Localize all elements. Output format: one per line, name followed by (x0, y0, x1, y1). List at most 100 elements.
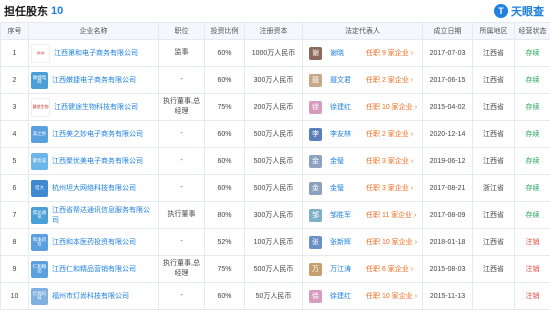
legal-rep-avatar[interactable]: 金 (309, 182, 322, 195)
panel-count: 10 (51, 5, 63, 17)
rep-positions-link[interactable]: 任职 2 家企业 (366, 75, 409, 85)
ratio-cell: 60% (205, 40, 245, 67)
company-name-link[interactable]: 江西聚优美电子商务有限公司 (52, 156, 143, 166)
company-cell: 灯尚科技福州市灯尚科技有限公司 (29, 283, 159, 310)
legal-rep-cell: 聂聂文君任职 2 家企业› (303, 67, 423, 94)
company-name-link[interactable]: 江西和本医药投资有限公司 (52, 237, 136, 247)
rep-positions-link[interactable]: 任职 9 家企业 (366, 48, 409, 58)
ratio-cell: 60% (205, 121, 245, 148)
company-name-link[interactable]: 杭州坦大网络科技有限公司 (52, 183, 136, 193)
rep-positions-link[interactable]: 任职 3 家企业 (366, 156, 409, 166)
company-name-link[interactable]: 江西美之妙电子商务有限公司 (52, 129, 143, 139)
company-logo-icon: @@ (31, 44, 50, 63)
legal-rep-name-link[interactable]: 李友林 (330, 129, 362, 139)
chevron-right-icon: › (415, 239, 417, 246)
legal-rep-avatar[interactable]: 邹 (309, 209, 322, 222)
status-badge: 注销 (515, 256, 550, 283)
ratio-cell: 80% (205, 202, 245, 229)
company-logo-icon: 嫩捷电商 (31, 72, 48, 89)
founded-date-cell: 2017-07-03 (423, 40, 473, 67)
company-name-link[interactable]: 福州市灯尚科技有限公司 (52, 291, 129, 301)
legal-rep-avatar[interactable]: 聂 (309, 74, 322, 87)
chevron-right-icon: › (415, 104, 417, 111)
legal-rep-name-link[interactable]: 张新辉 (330, 237, 362, 247)
legal-rep-name-link[interactable]: 金璧 (330, 183, 362, 193)
ratio-cell: 60% (205, 283, 245, 310)
position-text: - (161, 156, 202, 166)
legal-rep-avatar[interactable]: 徐 (309, 101, 322, 114)
col-header-legal-rep: 法定代表人 (303, 23, 423, 40)
founded-date-cell: 2018-01-18 (423, 229, 473, 256)
capital-cell: 500万人民币 (245, 121, 303, 148)
position-text-line2: 经理 (161, 107, 202, 117)
legal-rep-avatar[interactable]: 金 (309, 155, 322, 168)
position-cell: 监事 (159, 40, 205, 67)
table-row: 1@@江西第和电子商务有限公司监事60%1000万人民币谢谢晓任职 9 家企业›… (1, 40, 550, 67)
tianyancha-logo-icon: T (494, 4, 508, 18)
legal-rep-name-link[interactable]: 徐建红 (330, 291, 362, 301)
position-cell: 执行董事,总经理 (159, 256, 205, 283)
chevron-right-icon: › (414, 212, 416, 219)
company-cell: 嫩捷电商江西嫩捷电子商务有限公司 (29, 67, 159, 94)
capital-cell: 500万人民币 (245, 175, 303, 202)
position-text: 监事 (161, 48, 202, 58)
company-cell: 健途生物江西健途生物科技有限公司 (29, 94, 159, 121)
position-cell: - (159, 229, 205, 256)
chevron-right-icon: › (411, 158, 413, 165)
capital-cell: 300万人民币 (245, 202, 303, 229)
status-badge: 存续 (515, 121, 550, 148)
row-number: 9 (1, 256, 29, 283)
rep-positions-link[interactable]: 任职 10 家企业 (366, 102, 413, 112)
legal-rep-avatar[interactable]: 张 (309, 236, 322, 249)
legal-rep-avatar[interactable]: 李 (309, 128, 322, 141)
company-cell: 仁和精品江西仁和精品营销有限公司 (29, 256, 159, 283)
legal-rep-name-link[interactable]: 邹胜军 (330, 210, 362, 220)
company-logo-icon: 坦大 (31, 180, 48, 197)
company-name-link[interactable]: 江西仁和精品营销有限公司 (52, 264, 136, 274)
region-cell: 江西省 (473, 202, 515, 229)
ratio-cell: 75% (205, 256, 245, 283)
company-logo-icon: 美之妙 (31, 126, 48, 143)
position-text: - (161, 291, 202, 301)
legal-rep-avatar[interactable]: 徐 (309, 290, 322, 303)
region-cell: 江西省 (473, 67, 515, 94)
company-name-link[interactable]: 江西省帮达通讯信息服务有限公司 (52, 205, 156, 225)
rep-positions-link[interactable]: 任职 3 家企业 (366, 183, 409, 193)
legal-rep-avatar[interactable]: 万 (309, 263, 322, 276)
company-name-link[interactable]: 江西健途生物科技有限公司 (54, 102, 138, 112)
position-cell: - (159, 283, 205, 310)
status-badge: 注销 (515, 283, 550, 310)
region-cell: 江西省 (473, 94, 515, 121)
legal-rep-name-link[interactable]: 聂文君 (330, 75, 362, 85)
row-number: 10 (1, 283, 29, 310)
table-header-row: 序号 企业名称 职位 投资比例 注册资本 法定代表人 成立日期 所属地区 经营状… (1, 23, 550, 40)
position-text: - (161, 183, 202, 193)
rep-positions-link[interactable]: 任职 6 家企业 (366, 264, 409, 274)
legal-rep-cell: 张张新辉任职 10 家企业› (303, 229, 423, 256)
col-header-ratio: 投资比例 (205, 23, 245, 40)
shareholder-panel: 担任股东 10 T 天眼查 序号 企业名称 职位 投资比例 注册资本 法定代表人… (0, 0, 550, 303)
row-number: 6 (1, 175, 29, 202)
rep-positions-link[interactable]: 任职 10 家企业 (366, 237, 413, 247)
rep-positions-link[interactable]: 任职 2 家企业 (366, 129, 409, 139)
company-name-link[interactable]: 江西嫩捷电子商务有限公司 (52, 75, 136, 85)
rep-positions-link[interactable]: 任职 10 家企业 (366, 291, 413, 301)
row-number: 2 (1, 67, 29, 94)
legal-rep-avatar[interactable]: 谢 (309, 47, 322, 60)
legal-rep-name-link[interactable]: 徐建红 (330, 102, 362, 112)
legal-rep-name-link[interactable]: 万江涛 (330, 264, 362, 274)
col-header-no: 序号 (1, 23, 29, 40)
capital-cell: 500万人民币 (245, 256, 303, 283)
legal-rep-cell: 徐徐建红任职 10 家企业› (303, 94, 423, 121)
status-badge: 存续 (515, 202, 550, 229)
position-cell: 执行董事 (159, 202, 205, 229)
company-logo-icon: 聚优美 (31, 153, 48, 170)
company-name-link[interactable]: 江西第和电子商务有限公司 (54, 48, 138, 58)
tianyancha-logo[interactable]: T 天眼查 (494, 3, 544, 19)
col-header-region: 所属地区 (473, 23, 515, 40)
legal-rep-name-link[interactable]: 谢晓 (330, 48, 362, 58)
founded-date-cell: 2017-06-15 (423, 67, 473, 94)
legal-rep-name-link[interactable]: 金璧 (330, 156, 362, 166)
rep-positions-link[interactable]: 任职 11 家企业 (366, 210, 412, 220)
capital-cell: 100万人民币 (245, 229, 303, 256)
